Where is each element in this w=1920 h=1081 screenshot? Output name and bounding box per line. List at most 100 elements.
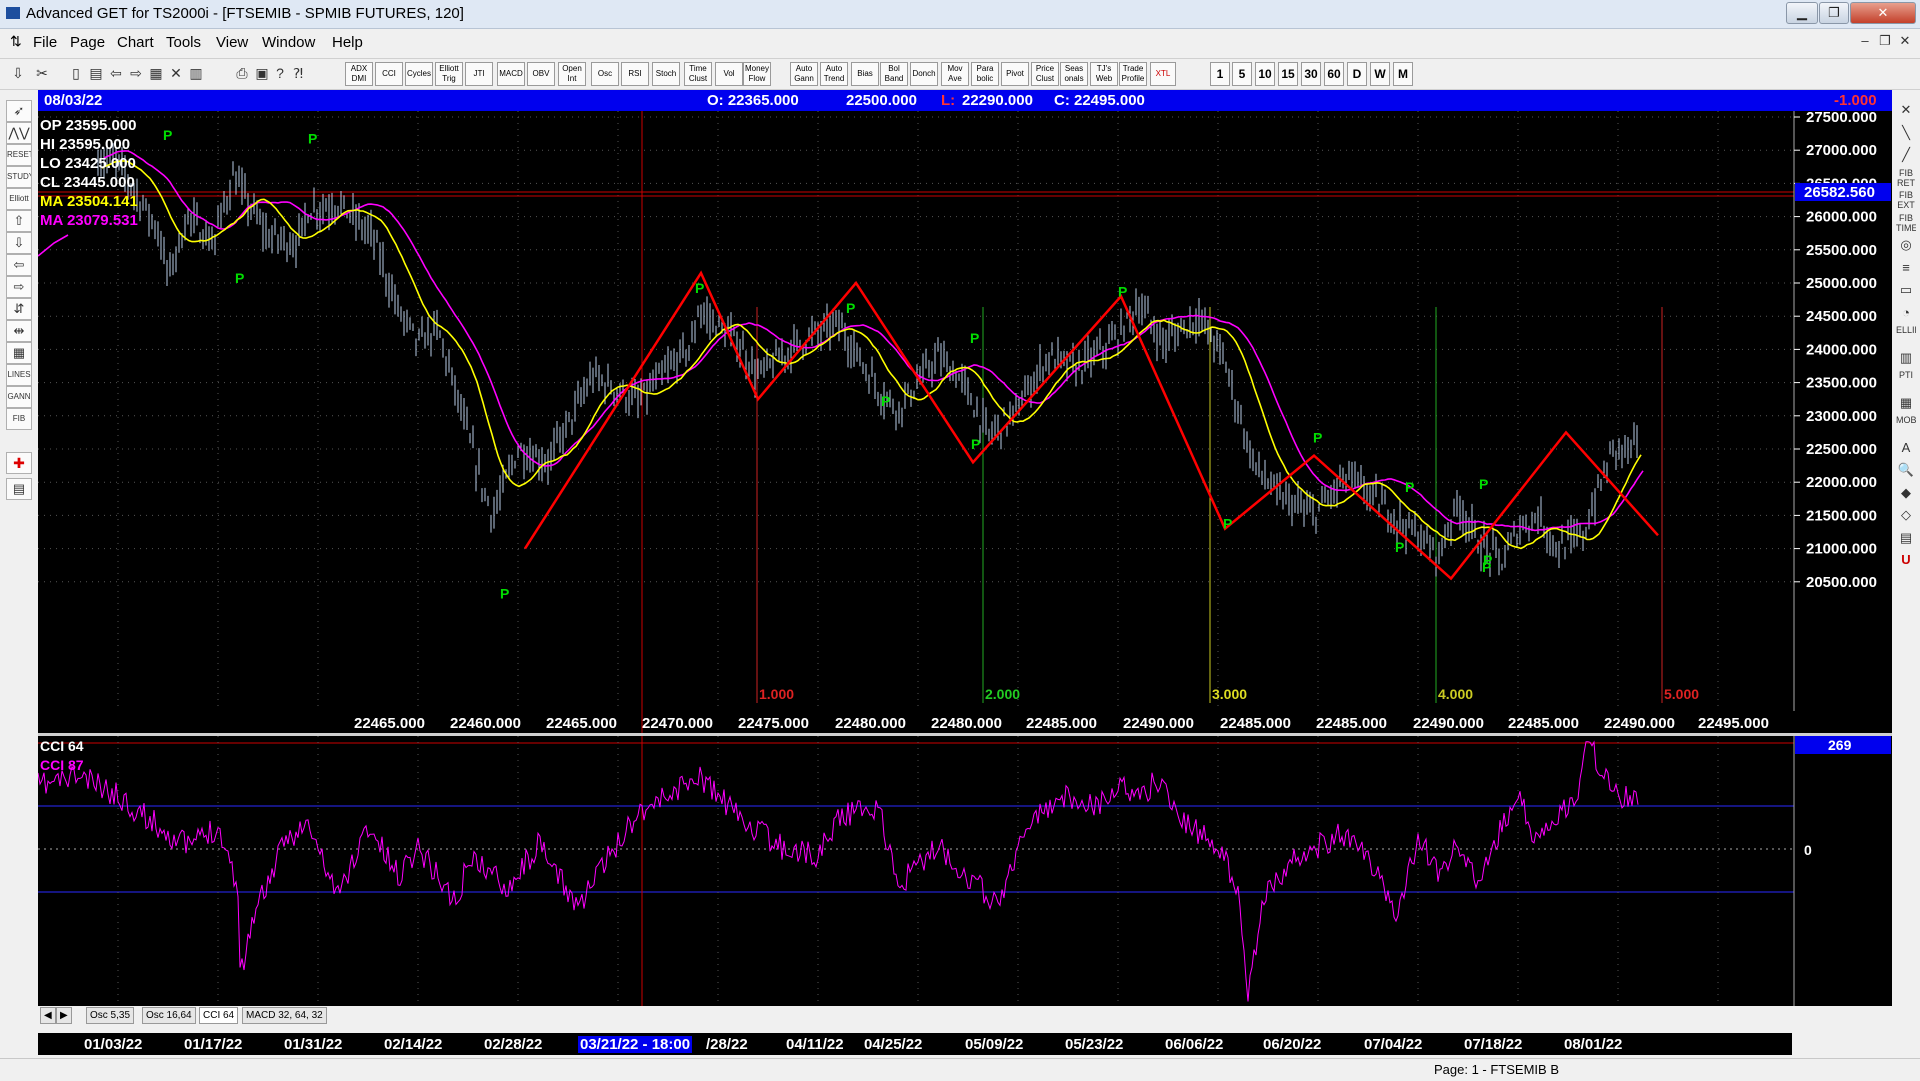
tab-prev-button[interactable]: ◀ [40, 1007, 56, 1024]
menu-tools[interactable]: Tools [166, 34, 201, 51]
right-tool-3[interactable]: FIB RET [1896, 168, 1916, 188]
right-tool-19[interactable]: ▤ [1896, 528, 1916, 548]
study-button-cycles[interactable]: Cycles [405, 62, 433, 86]
interval-button-d[interactable]: D [1347, 62, 1367, 86]
preview-icon[interactable]: ▣ [252, 63, 272, 83]
study-button-auto-trend[interactable]: Auto Trend [820, 62, 848, 86]
cci-pane[interactable]: 269 0 CCI 64 CCI 87 [38, 736, 1892, 1006]
interval-button-5[interactable]: 5 [1232, 62, 1252, 86]
right-tool-8[interactable]: ▭ [1896, 280, 1916, 300]
pin-icon[interactable]: ⇩ [8, 63, 28, 83]
study-button-vol[interactable]: Vol [715, 62, 743, 86]
open-icon[interactable]: ▤ [86, 63, 106, 83]
price-chart[interactable]: 1.000 2.000 3.000 4.000 5.000 P P P P P P P P P P P P P P P… [38, 111, 1892, 733]
doc-icon[interactable]: ⇅ [10, 33, 22, 50]
minimize-button[interactable]: ▁ [1786, 2, 1818, 24]
right-tool-2[interactable]: ╱ [1896, 145, 1916, 165]
study-button-xtl[interactable]: XTL [1150, 62, 1176, 86]
right-tool-6[interactable]: ◎ [1896, 235, 1916, 255]
left-tool-8[interactable]: ⇨ [6, 276, 32, 298]
study-button-money-flow[interactable]: Money Flow [743, 62, 771, 86]
menu-window[interactable]: Window [262, 34, 315, 51]
right-tool-0[interactable]: ✕ [1896, 100, 1916, 120]
left-tool-1[interactable]: ⋀⋁ [6, 122, 32, 144]
new-icon[interactable]: ▯ [66, 63, 86, 83]
close-button[interactable]: ✕ [1850, 2, 1916, 24]
right-tool-10[interactable]: ELLIPS [1896, 325, 1916, 345]
left-tool-13[interactable]: GANN [6, 386, 32, 408]
study-button-bol-band[interactable]: Bol Band [880, 62, 908, 86]
tool-icon[interactable]: ✂ [32, 63, 52, 83]
right-tool-18[interactable]: ◇ [1896, 505, 1916, 525]
study-button-open-int[interactable]: Open Int [558, 62, 586, 86]
study-button-stoch[interactable]: Stoch [652, 62, 680, 86]
interval-button-30[interactable]: 30 [1301, 62, 1321, 86]
right-tool-14[interactable]: MOB [1896, 415, 1916, 435]
interval-button-m[interactable]: M [1393, 62, 1413, 86]
tab-next-button[interactable]: ▶ [56, 1007, 72, 1024]
right-tool-7[interactable]: ≡ [1896, 258, 1916, 278]
mdi-close-button[interactable]: ✕ [1896, 33, 1914, 49]
cross-icon[interactable]: ✕ [166, 63, 186, 83]
right-tool-4[interactable]: FIB EXT [1896, 190, 1916, 210]
left-tool-4[interactable]: Elliott [6, 188, 32, 210]
right-tool-13[interactable]: ▦ [1896, 393, 1916, 413]
interval-button-15[interactable]: 15 [1278, 62, 1298, 86]
context-help-icon[interactable]: ⁈ [288, 63, 308, 83]
print-icon[interactable]: ⎙ [232, 63, 252, 83]
tab-osc-5-35[interactable]: Osc 5,35 [86, 1007, 135, 1024]
study-button-adx-dmi[interactable]: ADX DMI [345, 62, 373, 86]
left-tool-15[interactable]: ✚ [6, 452, 32, 474]
study-button-time-clust[interactable]: Time Clust [684, 62, 712, 86]
forward-icon[interactable]: ⇨ [126, 63, 146, 83]
left-tool-2[interactable]: RESET [6, 144, 32, 166]
right-tool-20[interactable]: U [1896, 550, 1916, 570]
interval-button-10[interactable]: 10 [1255, 62, 1275, 86]
mdi-minimize-button[interactable]: – [1856, 33, 1874, 48]
mdi-restore-button[interactable]: ❐ [1876, 33, 1894, 49]
study-button-para-bolic[interactable]: Para bolic [971, 62, 999, 86]
study-button-osc[interactable]: Osc [591, 62, 619, 86]
interval-button-60[interactable]: 60 [1324, 62, 1344, 86]
study-button-macd[interactable]: MACD [497, 62, 525, 86]
right-tool-12[interactable]: PTI [1896, 370, 1916, 390]
cci-chart[interactable]: 269 0 [38, 736, 1892, 1006]
study-button-tj-s-web[interactable]: TJ's Web [1090, 62, 1118, 86]
right-tool-16[interactable]: 🔍 [1896, 460, 1916, 480]
study-button-donch[interactable]: Donch [910, 62, 938, 86]
left-tool-14[interactable]: FIB [6, 408, 32, 430]
menu-file[interactable]: File [33, 34, 57, 51]
menu-chart[interactable]: Chart [117, 34, 154, 51]
study-button-rsi[interactable]: RSI [621, 62, 649, 86]
right-tool-17[interactable]: ◆ [1896, 483, 1916, 503]
left-tool-10[interactable]: ⇹ [6, 320, 32, 342]
layout-icon[interactable]: ▥ [186, 63, 206, 83]
back-icon[interactable]: ⇦ [106, 63, 126, 83]
right-tool-11[interactable]: ▥ [1896, 348, 1916, 368]
right-tool-1[interactable]: ╲ [1896, 123, 1916, 143]
grid-icon[interactable]: ▦ [146, 63, 166, 83]
study-button-price-clust[interactable]: Price Clust [1031, 62, 1059, 86]
left-tool-11[interactable]: ▦ [6, 342, 32, 364]
menu-help[interactable]: Help [332, 34, 363, 51]
study-button-mov-ave[interactable]: Mov Ave [941, 62, 969, 86]
left-tool-5[interactable]: ⇧ [6, 210, 32, 232]
study-button-seas-onals[interactable]: Seas onals [1060, 62, 1088, 86]
study-button-pivot[interactable]: Pivot [1001, 62, 1029, 86]
study-button-bias[interactable]: Bias [851, 62, 879, 86]
maximize-button[interactable]: ❐ [1819, 2, 1849, 24]
tab-cci-64[interactable]: CCI 64 [199, 1007, 239, 1024]
study-button-elliott-trig[interactable]: Elliott Trig [435, 62, 463, 86]
left-tool-9[interactable]: ⇵ [6, 298, 32, 320]
tab-osc-16-64[interactable]: Osc 16,64 [142, 1007, 196, 1024]
hint-icon[interactable]: ? [270, 63, 290, 83]
left-tool-16[interactable]: ▤ [6, 478, 32, 500]
menu-page[interactable]: Page [70, 34, 105, 51]
left-tool-12[interactable]: LINES [6, 364, 32, 386]
left-tool-0[interactable]: ➶ [6, 100, 32, 122]
right-tool-5[interactable]: FIB TIME [1896, 213, 1916, 233]
interval-button-1[interactable]: 1 [1210, 62, 1230, 86]
study-button-obv[interactable]: OBV [527, 62, 555, 86]
left-tool-3[interactable]: STUDY [6, 166, 32, 188]
study-button-cci[interactable]: CCI [375, 62, 403, 86]
